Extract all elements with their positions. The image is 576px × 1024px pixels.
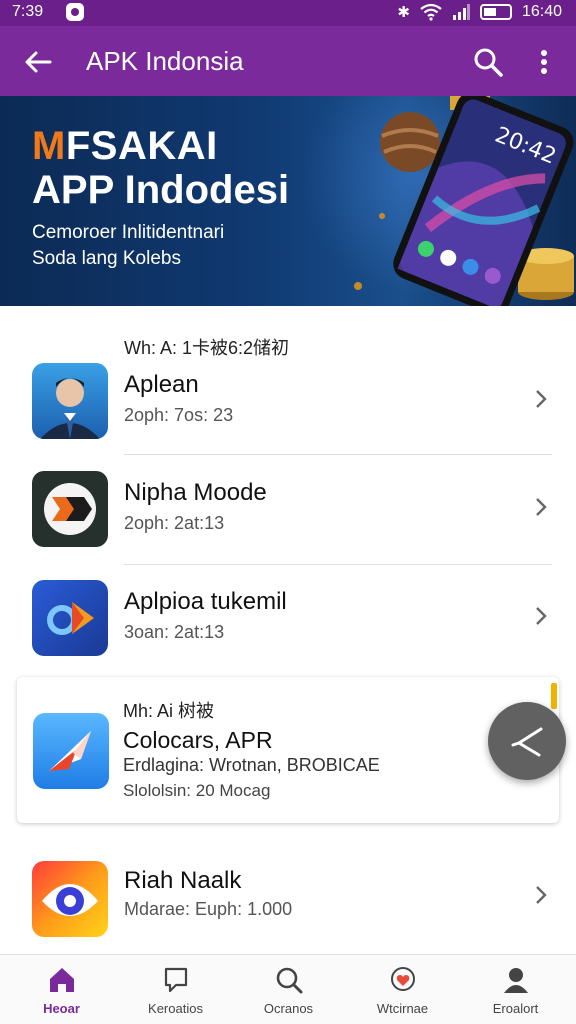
- app-list-item[interactable]: Aplean 2oph: 7os: 23: [16, 363, 560, 439]
- nav-item-home[interactable]: Heoar: [4, 955, 119, 1024]
- profile-icon: [504, 968, 528, 993]
- app-list-item[interactable]: Aplpioa tukemil 3oan: 2at:13: [16, 580, 560, 656]
- card-detail-1: Erdlagina: Wrotnan, BROBICAE: [123, 755, 380, 775]
- more-vert-icon[interactable]: [532, 46, 556, 78]
- share-icon: [511, 727, 543, 757]
- wifi-icon: [420, 3, 442, 21]
- banner-subtitle-2: Soda lang Kolebs: [32, 248, 181, 269]
- avatar-app-icon: [32, 363, 108, 439]
- promo-banner[interactable]: MFSAKAI APP Indodesi Cemoroer Inlitident…: [0, 96, 576, 306]
- nav-item-favorites[interactable]: Wtcirnae: [345, 955, 460, 1024]
- nav-label: Keroatios: [148, 1001, 203, 1016]
- banner-headline: MFSAKAI: [32, 124, 218, 168]
- nav-label: Heoar: [43, 1001, 80, 1016]
- nav-label: Ocranos: [263, 1001, 314, 1016]
- featured-app-card[interactable]: Mh: Ai 树被 Colocars, APR Erdlagina: Wrotn…: [17, 677, 559, 823]
- app-icon: [32, 861, 108, 937]
- notification-icon: [66, 3, 84, 21]
- nav-item-bookmarks[interactable]: Keroatios: [118, 955, 233, 1024]
- phone-illustration: 20:42: [354, 96, 574, 306]
- location-heart-icon: [391, 967, 415, 991]
- chevron-right-icon: [536, 498, 547, 516]
- card-detail-2: Slololsin: 20 Mocag: [123, 781, 271, 800]
- search-icon: [276, 967, 303, 994]
- app-list-item[interactable]: Riah Naalk Mdarae: Euph: 1.000: [16, 861, 560, 937]
- app-bar-title: APK Indonsia: [86, 46, 244, 76]
- app-meta: 3oan: 2at:13: [124, 622, 225, 642]
- app-icon: [33, 713, 109, 789]
- nav-label: Wtcirnae: [376, 1001, 429, 1016]
- app-meta: Mdarae: Euph: 1.000: [124, 899, 293, 919]
- nav-item-search[interactable]: Ocranos: [231, 955, 346, 1024]
- app-meta: 2oph: 2at:13: [124, 513, 225, 533]
- chevron-right-icon: [536, 390, 547, 408]
- nav-item-profile[interactable]: Eroalort: [458, 955, 573, 1024]
- app-list-item[interactable]: Nipha Moode 2oph: 2at:13: [16, 471, 560, 547]
- status-time: 7:39: [12, 3, 44, 20]
- share-fab-button[interactable]: [488, 702, 566, 780]
- status-clock: 16:40: [521, 3, 562, 20]
- nav-label: Eroalort: [492, 1001, 539, 1016]
- app-name: Aplean: [124, 371, 199, 398]
- banner-subtitle-1: Cemoroer Inlitidentnari: [32, 222, 225, 243]
- home-icon: [50, 968, 74, 992]
- list-divider: [124, 564, 552, 565]
- list-divider: [124, 454, 552, 455]
- status-icons: ✱ 16:40: [397, 3, 562, 21]
- app-icon: [32, 471, 108, 547]
- chevron-right-icon: [536, 886, 547, 904]
- app-name: Aplpioa tukemil: [124, 588, 287, 615]
- card-app-name: Colocars, APR: [123, 727, 273, 753]
- app-name: Riah Naalk: [124, 867, 242, 894]
- bluetooth-icon: ✱: [397, 4, 410, 21]
- banner-headline-2: APP Indodesi: [32, 168, 290, 212]
- status-bar: 7:39 ✱ 16:40: [0, 0, 576, 26]
- battery-icon: [479, 4, 512, 20]
- app-meta: 2oph: 7os: 23: [124, 405, 234, 425]
- search-icon[interactable]: [472, 46, 504, 78]
- app-bar: APK Indonsia: [0, 26, 576, 96]
- bookmark-icon: [164, 967, 188, 993]
- signal-icon: [452, 4, 470, 20]
- chevron-right-icon: [536, 607, 547, 625]
- card-label: Mh: Ai 树被: [123, 701, 215, 721]
- section-label: Wh: A: 1卡被6:2储初: [124, 338, 290, 358]
- app-icon: [32, 580, 108, 656]
- app-name: Nipha Moode: [124, 479, 267, 506]
- card-corner-accent: [551, 683, 557, 709]
- back-arrow-icon[interactable]: [22, 46, 54, 78]
- bottom-navigation: Heoar Keroatios Ocranos Wtcirnae Eroalor…: [0, 954, 576, 1024]
